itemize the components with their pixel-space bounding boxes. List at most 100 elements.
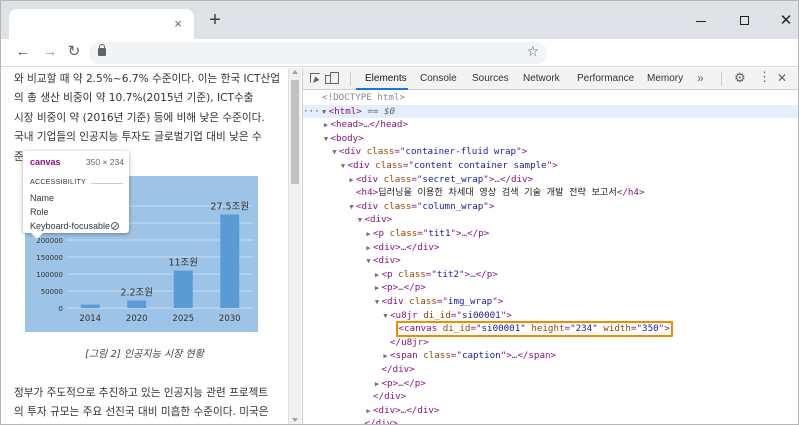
tab-network[interactable]: Network: [523, 73, 560, 84]
dom-node-markup: </u8jr>: [390, 337, 429, 348]
minimize-button[interactable]: [691, 11, 711, 31]
collapse-arrow-icon[interactable]: ▼: [347, 201, 356, 215]
back-button[interactable]: ←: [14, 43, 32, 61]
dom-tree-row[interactable]: ▼ <div>: [303, 254, 798, 269]
page-scrollbar[interactable]: [288, 68, 301, 424]
dom-tree-row[interactable]: </u8jr>: [303, 336, 798, 350]
expand-arrow-icon[interactable]: ▶: [364, 242, 373, 256]
collapse-arrow-icon[interactable]: ▼: [381, 310, 390, 324]
tab-elements[interactable]: Elements: [365, 73, 407, 84]
expand-arrow-icon[interactable]: ▶: [373, 378, 382, 392]
dom-node-markup: <head>…</head>: [331, 119, 408, 130]
dom-tree-row[interactable]: </div>: [303, 390, 798, 404]
expand-arrow-icon[interactable]: ▶: [347, 174, 356, 188]
collapse-arrow-icon[interactable]: ▼: [322, 133, 331, 147]
dom-tree-row[interactable]: ▼ <div class="content container sample">: [303, 159, 798, 174]
dom-tree-row[interactable]: ▶ <div>…</div>: [303, 404, 798, 419]
scroll-down-arrow-icon[interactable]: [292, 418, 298, 422]
collapse-arrow-icon[interactable]: ▼: [373, 296, 382, 310]
expand-arrow-icon[interactable]: ▶: [364, 405, 373, 419]
collapse-arrow-icon[interactable]: ▼: [330, 146, 339, 160]
collapse-arrow-icon[interactable]: ▼: [339, 160, 348, 174]
dom-node-markup: <body>: [331, 133, 364, 144]
paragraph-line: 국내 기업들의 인공지능 투자도 글로벌기업 대비 낮은 수: [14, 131, 262, 144]
expand-arrow-icon[interactable]: ▶: [381, 350, 390, 364]
markup-token: content container sample: [413, 160, 547, 171]
tab-close-icon[interactable]: ×: [170, 16, 186, 32]
chart-y-tick-label: 50000: [41, 288, 63, 296]
expand-arrow-icon[interactable]: ▶: [373, 282, 382, 296]
dom-tree-row[interactable]: ▶ <span class="caption">…</span>: [303, 349, 798, 364]
maximize-button[interactable]: [734, 11, 754, 31]
markup-token: <div: [381, 296, 410, 307]
dom-tree-row[interactable]: ▼ <body>: [303, 132, 798, 147]
tooltip-size: 350 × 234: [85, 157, 124, 167]
reload-button[interactable]: ↻: [65, 43, 83, 61]
devtools-separator-2: [721, 72, 722, 86]
markup-token: tit2: [436, 268, 459, 280]
markup-token: </div>: [364, 418, 398, 425]
dom-tree-row[interactable]: ··· ▼ <html> == $0: [303, 104, 798, 120]
markup-token: <div>: [364, 214, 393, 226]
dom-tree-row[interactable]: ▶ <p>…</p>: [303, 377, 798, 392]
maximize-icon: [739, 16, 749, 25]
close-window-button[interactable]: ✕: [776, 11, 796, 31]
markup-token: si00001: [461, 309, 501, 321]
markup-token: class: [383, 200, 412, 212]
tooltip-header: canvas 350 × 234: [30, 157, 124, 169]
dom-tree-row[interactable]: </div>: [303, 417, 798, 425]
address-bar[interactable]: ☆: [89, 42, 547, 64]
markup-token: <div: [356, 200, 384, 212]
dom-tree-row[interactable]: ▼ <div class="container-fluid wrap">: [303, 145, 798, 160]
dom-node-markup: </div>: [364, 418, 398, 425]
markup-token: ">: [500, 350, 512, 362]
expand-arrow-icon[interactable]: ▶: [322, 119, 331, 133]
chart-x-tick-label: 2030: [219, 314, 241, 324]
settings-gear-icon[interactable]: ⚙: [734, 71, 746, 85]
dom-tree-row[interactable]: ▶ <p class="tit2">…</p>: [303, 268, 798, 283]
dom-tree-row[interactable]: <h4>딥러닝을 이용한 차세대 영상 검색 기술 개발 전략 보고서</h4>: [303, 186, 798, 200]
dom-tree-row[interactable]: ▼ <div class="column_wrap">: [303, 200, 798, 215]
markup-token: <div: [356, 173, 384, 185]
title-bar: × + ✕: [1, 1, 798, 39]
bookmark-star-icon[interactable]: ☆: [526, 43, 539, 60]
devtools-menu-icon[interactable]: ⋮: [758, 70, 771, 84]
dom-node-markup: <p>…</p>: [382, 378, 426, 389]
dom-tree-row[interactable]: <!DOCTYPE html>: [303, 91, 798, 105]
dom-tree-row[interactable]: ▶ <p>…</p>: [303, 281, 798, 296]
browser-tab[interactable]: ×: [9, 9, 194, 39]
expand-arrow-icon[interactable]: ▶: [373, 269, 382, 283]
canvas-node-highlight: [396, 321, 673, 337]
scroll-thumb[interactable]: [291, 80, 299, 184]
markup-token: container-fluid wrap: [405, 146, 517, 158]
expand-arrow-icon[interactable]: ▶: [364, 228, 373, 242]
tab-memory[interactable]: Memory: [647, 73, 683, 84]
dom-tree-row[interactable]: ▶ <p class="tit1">…</p>: [303, 227, 798, 242]
dom-tree-row[interactable]: </div>: [303, 363, 798, 377]
node-ellipsis-icon[interactable]: ···: [303, 106, 320, 117]
devtools-close-icon[interactable]: ✕: [777, 71, 787, 85]
lock-icon[interactable]: [98, 44, 106, 56]
dom-tree-row[interactable]: ▼ <div>: [303, 213, 798, 228]
markup-token: di_id: [423, 309, 451, 321]
collapse-arrow-icon[interactable]: ▼: [356, 214, 365, 228]
dom-tree-row[interactable]: ▶ <div>…</div>: [303, 241, 798, 256]
paragraph-line: 와 비교할 때 약 2.5%~6.7% 수준이다. 이는 한국 ICT산업: [14, 73, 280, 85]
device-toolbar-icon[interactable]: [325, 72, 339, 84]
dom-tree-row[interactable]: ▶ <div class="secret_wrap">…</div>: [303, 173, 798, 188]
collapse-arrow-icon[interactable]: ▼: [364, 255, 373, 269]
forward-button[interactable]: →: [41, 43, 59, 61]
collapse-arrow-icon[interactable]: ▼: [320, 106, 329, 120]
more-tabs-icon[interactable]: »: [697, 71, 704, 85]
inspect-element-icon[interactable]: [310, 73, 320, 83]
tab-sources[interactable]: Sources: [472, 73, 509, 84]
markup-token: </div>: [499, 173, 534, 185]
new-tab-button[interactable]: +: [205, 10, 225, 31]
dom-tree-row[interactable]: ▶ <head>…</head>: [303, 118, 798, 133]
scroll-up-arrow-icon[interactable]: [292, 70, 298, 74]
tooltip-divider: [91, 183, 123, 184]
tab-console[interactable]: Console: [420, 73, 457, 84]
tab-performance[interactable]: Performance: [577, 73, 634, 84]
dom-tree-row[interactable]: ▼ <u8jr di_id="si00001">: [303, 309, 798, 324]
dom-tree-row[interactable]: ▼ <div class="img_wrap">: [303, 295, 798, 310]
